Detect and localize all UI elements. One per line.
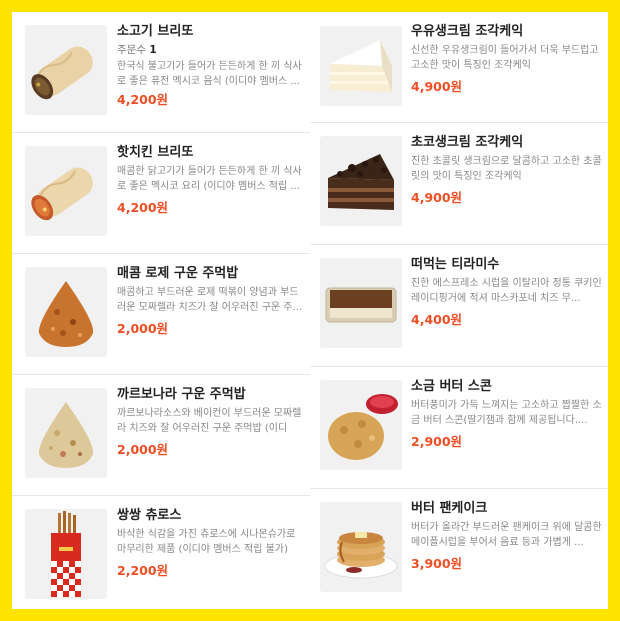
item-description: 매콤한 닭고기가 들어가 든든하게 한 끼 식사로 좋은 멕시코 요리 (이디야… [117,166,302,192]
item-price: 4,400원 [411,312,463,327]
item-description: 까르보나라소스와 베이컨이 부드러운 모짜렐라 치즈와 잘 어우러진 구운 주먹… [117,408,302,434]
order-count-label: 주문수 [117,44,146,56]
scone-image [320,380,402,470]
item-price: 4,900원 [411,79,463,94]
menu-item-card[interactable]: 버터 팬케이크 버터가 올라간 부드러운 팬케이크 위에 달콤한 메이플시럽을 … [310,489,608,609]
menu-item-card[interactable]: 소고기 브리또 주문수 1 한국식 불고기가 들어가 든든하게 한 끼 식사로 … [12,12,310,133]
beef-burrito-image [25,25,107,115]
menu-column-right: 우유생크림 조각케익 신선한 우유생크림이 들어가서 더욱 부드럽고 고소한 맛… [310,12,608,609]
carbonara-rice-ball-image [25,388,107,478]
item-description: 바삭한 식감을 가진 츄로스에 시나몬슈가로 마무리한 제품 (이디야 멤버스 … [117,529,296,555]
item-description: 진한 초콜릿 생크림으로 달콤하고 고소한 초콜릿의 맛이 특징인 조각케익 [411,156,602,182]
menu-item-card[interactable]: 쌍쌍 츄로스 바삭한 식감을 가진 츄로스에 시나몬슈가로 마무리한 제품 (이… [12,496,310,609]
item-price: 4,900원 [411,190,463,205]
item-name: 우유생크림 조각케익 [411,24,524,39]
item-name: 버터 팬케이크 [411,501,488,516]
item-description: 매콤하고 부드러운 로제 떡볶이 양념과 부드러운 모짜렐라 치즈가 잘 어우러… [117,287,303,313]
menu-item-card[interactable]: 까르보나라 구운 주먹밥 까르보나라소스와 베이컨이 부드러운 모짜렐라 치즈와… [12,375,310,496]
item-name: 초코생크림 조각케익 [411,135,524,150]
item-name: 소금 버터 스콘 [411,379,492,394]
menu-frame: 소고기 브리또 주문수 1 한국식 불고기가 들어가 든든하게 한 끼 식사로 … [12,12,608,609]
item-description: 진한 에스프레소 시럽을 이탈리아 정통 쿠키인 레이디핑거에 적셔 마스카포네… [411,278,602,304]
rose-rice-ball-image [25,267,107,357]
item-description: 한국식 불고기가 들어가 든든하게 한 끼 식사로 좋은 퓨전 멕시코 음식 (… [117,61,302,87]
menu-item-card[interactable]: 떠먹는 티라미수 진한 에스프레소 시럽을 이탈리아 정통 쿠키인 레이디핑거에… [310,245,608,367]
tiramisu-image [320,258,402,348]
menu-item-card[interactable]: 매콤 로제 구운 주먹밥 매콤하고 부드러운 로제 떡볶이 양념과 부드러운 모… [12,254,310,375]
menu-column-left: 소고기 브리또 주문수 1 한국식 불고기가 들어가 든든하게 한 끼 식사로 … [12,12,310,609]
churros-image [25,509,107,599]
item-price: 2,000원 [117,321,169,336]
cream-cake-image [320,26,402,106]
item-price: 4,200원 [117,200,169,215]
order-count-value: 1 [149,44,157,56]
item-description: 버터풍미가 가득 느껴지는 고소하고 짭짤한 소금 버터 스콘(딸기잼과 함께 … [411,400,602,426]
item-name: 까르보나라 구운 주먹밥 [117,387,246,402]
item-name: 소고기 브리또 [117,24,194,39]
menu-item-card[interactable]: 핫치킨 브리또 매콤한 닭고기가 들어가 든든하게 한 끼 식사로 좋은 멕시코… [12,133,310,254]
item-name: 매콤 로제 구운 주먹밥 [117,266,239,281]
item-price: 4,200원 [117,92,169,107]
item-name: 쌍쌍 츄로스 [117,508,182,523]
item-price: 2,200원 [117,563,169,578]
pancake-image [320,502,402,592]
menu-item-card[interactable]: 우유생크림 조각케익 신선한 우유생크림이 들어가서 더욱 부드럽고 고소한 맛… [310,12,608,123]
menu-item-card[interactable]: 초코생크림 조각케익 진한 초콜릿 생크림으로 달콤하고 고소한 초콜릿의 맛이… [310,123,608,245]
item-name: 떠먹는 티라미수 [411,257,500,272]
item-price: 3,900원 [411,556,463,571]
choco-cake-image [320,136,402,226]
menu-item-card[interactable]: 소금 버터 스콘 버터풍미가 가득 느껴지는 고소하고 짭짤한 소금 버터 스콘… [310,367,608,489]
item-name: 핫치킨 브리또 [117,145,194,160]
item-price: 2,900원 [411,434,463,449]
item-description: 신선한 우유생크림이 들어가서 더욱 부드럽고 고소한 맛이 특징인 조각케익 [411,45,599,71]
item-description: 버터가 올라간 부드러운 팬케이크 위에 달콤한 메이플시럽을 부어서 음료 등… [411,522,602,548]
item-price: 2,000원 [117,442,169,457]
chicken-burrito-image [25,146,107,236]
order-count: 주문수 1 [117,43,304,57]
